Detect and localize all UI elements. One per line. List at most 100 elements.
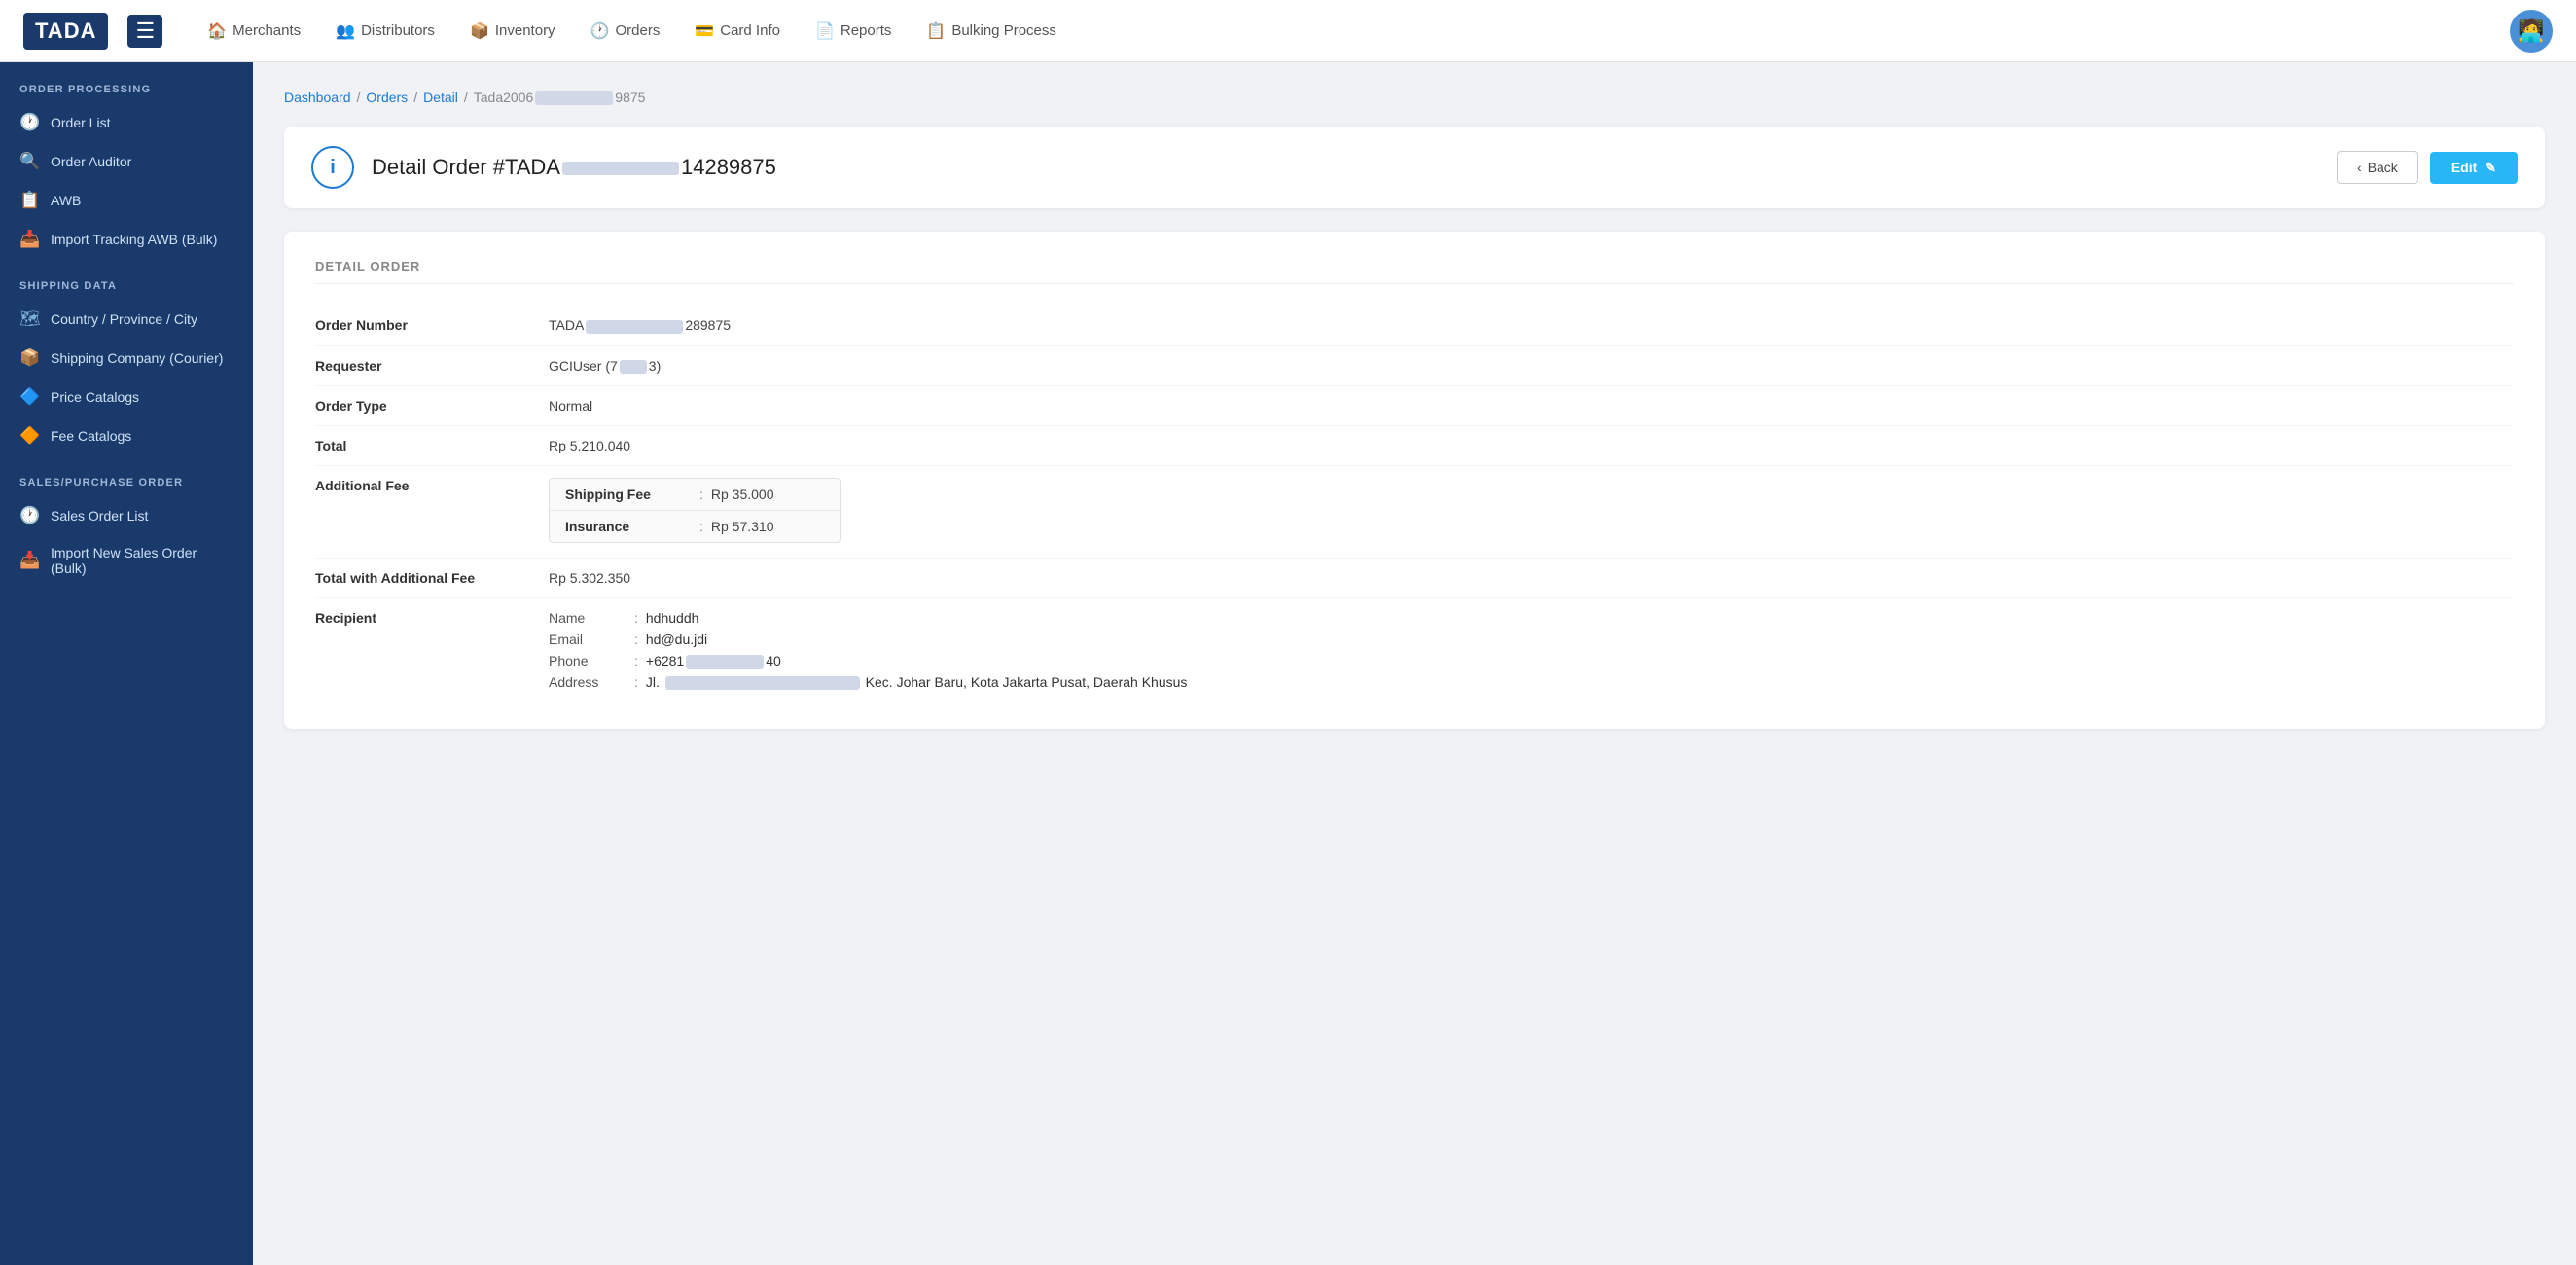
- price-catalogs-icon: 🔷: [19, 387, 39, 407]
- recipient-name-key: Name: [549, 610, 626, 626]
- page-title: Detail Order #TADA14289875: [372, 155, 2319, 180]
- breadcrumb-current: Tada20069875: [474, 90, 646, 105]
- recipient-phone-key: Phone: [549, 653, 626, 669]
- back-label: Back: [2368, 160, 2398, 175]
- inventory-label: Inventory: [495, 22, 555, 39]
- label-order-number: Order Number: [315, 317, 549, 333]
- user-avatar-area: 🧑‍💻: [2510, 10, 2553, 53]
- sidebar-item-price-catalogs[interactable]: 🔷 Price Catalogs: [0, 378, 253, 416]
- sidebar-section-order-processing: ORDER PROCESSING: [0, 62, 253, 103]
- recipient-email-sep: :: [634, 632, 638, 647]
- label-additional-fee: Additional Fee: [315, 478, 549, 493]
- import-new-sales-order-label: Import New Sales Order (Bulk): [51, 545, 233, 576]
- sidebar-item-order-auditor[interactable]: 🔍Order Auditor: [0, 142, 253, 181]
- recipient-address-val: Jl. Kec. Johar Baru, Kota Jakarta Pusat,…: [646, 674, 1188, 690]
- breadcrumb-sep-1: /: [357, 90, 361, 105]
- fee-shipping-label: Shipping Fee: [565, 487, 692, 502]
- label-total: Total: [315, 438, 549, 453]
- value-total: Rp 5.210.040: [549, 438, 2514, 453]
- sidebar-item-awb[interactable]: 📋AWB: [0, 181, 253, 220]
- topnav: TADA ☰ 🏠Merchants👥Distributors📦Inventory…: [0, 0, 2576, 62]
- detail-section-title: DETAIL ORDER: [315, 259, 2514, 284]
- value-recipient: Name : hdhuddh Email : hd@du.jdi Phone :: [549, 610, 2514, 691]
- bulking-process-icon: 📋: [926, 21, 946, 41]
- value-total-with-fee: Rp 5.302.350: [549, 570, 2514, 586]
- recipient-address-row: Address : Jl. Kec. Johar Baru, Kota Jaka…: [549, 674, 2514, 690]
- country-province-city-icon: 🗺: [19, 309, 39, 329]
- fee-catalogs-icon: 🔶: [19, 426, 39, 446]
- sidebar-item-import-new-sales-order[interactable]: 📥Import New Sales Order (Bulk): [0, 535, 253, 586]
- bulking-process-label: Bulking Process: [951, 22, 1056, 39]
- orders-label: Orders: [615, 22, 660, 39]
- value-order-type: Normal: [549, 398, 2514, 414]
- reports-icon: 📄: [815, 21, 835, 41]
- sales-order-list-icon: 🕐: [19, 506, 39, 525]
- recipient-email-val: hd@du.jdi: [646, 632, 707, 647]
- topnav-link-orders[interactable]: 🕐 Orders: [577, 14, 674, 49]
- breadcrumb-orders[interactable]: Orders: [366, 90, 408, 105]
- recipient-address-sep: :: [634, 674, 638, 690]
- avatar[interactable]: 🧑‍💻: [2510, 10, 2553, 53]
- edit-label: Edit: [2451, 160, 2477, 175]
- fee-sep-2: :: [699, 519, 703, 534]
- value-order-number: TADA289875: [549, 317, 2514, 333]
- distributors-label: Distributors: [361, 22, 435, 39]
- header-actions: ‹ Back Edit ✎: [2337, 151, 2518, 184]
- card-info-icon: 💳: [695, 21, 714, 41]
- recipient-phone-row: Phone : +628140: [549, 653, 2514, 669]
- reports-label: Reports: [841, 22, 892, 39]
- shipping-company-icon: 📦: [19, 348, 39, 368]
- recipient-name-sep: :: [634, 610, 638, 626]
- sidebar-item-import-tracking-awb[interactable]: 📥Import Tracking AWB (Bulk): [0, 220, 253, 259]
- fee-row-shipping: Shipping Fee : Rp 35.000: [550, 479, 840, 511]
- fee-catalogs-label: Fee Catalogs: [51, 428, 131, 444]
- back-button[interactable]: ‹ Back: [2337, 151, 2418, 184]
- recipient-phone-val: +628140: [646, 653, 781, 669]
- label-requester: Requester: [315, 358, 549, 374]
- order-auditor-label: Order Auditor: [51, 154, 131, 169]
- sidebar-item-shipping-company[interactable]: 📦 Shipping Company (Courier): [0, 339, 253, 378]
- edit-button[interactable]: Edit ✎: [2430, 152, 2518, 184]
- sidebar-section-sales-purchase-order: SALES/PURCHASE ORDER: [0, 455, 253, 496]
- brand-area: TADA ☰: [23, 13, 162, 50]
- fee-sep-1: :: [699, 487, 703, 502]
- sidebar-item-order-list[interactable]: 🕐 Order List: [0, 103, 253, 142]
- fee-row-insurance: Insurance : Rp 57.310: [550, 511, 840, 542]
- recipient-email-key: Email: [549, 632, 626, 647]
- fee-insurance-label: Insurance: [565, 519, 692, 534]
- detail-row-order-number: Order Number TADA289875: [315, 306, 2514, 345]
- detail-row-order-type: Order Type Normal: [315, 386, 2514, 426]
- merchants-icon: 🏠: [207, 21, 227, 41]
- order-list-label: Order List: [51, 115, 110, 130]
- recipient-email-row: Email : hd@du.jdi: [549, 632, 2514, 647]
- topnav-link-bulking-process[interactable]: 📋 Bulking Process: [912, 14, 1069, 49]
- label-total-with-fee: Total with Additional Fee: [315, 570, 549, 586]
- orders-icon: 🕐: [590, 21, 610, 41]
- topnav-link-card-info[interactable]: 💳Card Info: [681, 14, 794, 49]
- breadcrumb: Dashboard / Orders / Detail / Tada200698…: [284, 90, 2545, 105]
- topnav-link-reports[interactable]: 📄 Reports: [802, 14, 905, 49]
- import-tracking-awb-icon: 📥: [19, 230, 39, 249]
- value-additional-fee: Shipping Fee : Rp 35.000 Insurance : Rp …: [549, 478, 2514, 546]
- label-order-type: Order Type: [315, 398, 549, 414]
- breadcrumb-dashboard[interactable]: Dashboard: [284, 90, 351, 105]
- sidebar-item-fee-catalogs[interactable]: 🔶 Fee Catalogs: [0, 416, 253, 455]
- topnav-link-merchants[interactable]: 🏠Merchants: [194, 14, 314, 49]
- breadcrumb-detail[interactable]: Detail: [423, 90, 458, 105]
- sidebar-item-sales-order-list[interactable]: 🕐 Sales Order List: [0, 496, 253, 535]
- detail-row-recipient: Recipient Name : hdhuddh Email : hd@du.j…: [315, 598, 2514, 703]
- fee-table: Shipping Fee : Rp 35.000 Insurance : Rp …: [549, 478, 841, 543]
- page-header-card: i Detail Order #TADA14289875 ‹ Back Edit…: [284, 126, 2545, 208]
- layout: ORDER PROCESSING 🕐 Order List 🔍Order Audito…: [0, 62, 2576, 1265]
- price-catalogs-label: Price Catalogs: [51, 389, 139, 405]
- sales-order-list-label: Sales Order List: [51, 508, 148, 524]
- sidebar-item-country-province-city[interactable]: 🗺Country / Province / City: [0, 300, 253, 339]
- topnav-link-distributors[interactable]: 👥Distributors: [322, 14, 448, 49]
- awb-icon: 📋: [19, 191, 39, 210]
- order-list-icon: 🕐: [19, 113, 39, 132]
- recipient-grid: Name : hdhuddh Email : hd@du.jdi Phone :: [549, 610, 2514, 691]
- hamburger-button[interactable]: ☰: [127, 15, 162, 48]
- topnav-link-inventory[interactable]: 📦Inventory: [456, 14, 569, 49]
- detail-card: DETAIL ORDER Order Number TADA289875 Req…: [284, 232, 2545, 729]
- shipping-company-label: Shipping Company (Courier): [51, 350, 223, 366]
